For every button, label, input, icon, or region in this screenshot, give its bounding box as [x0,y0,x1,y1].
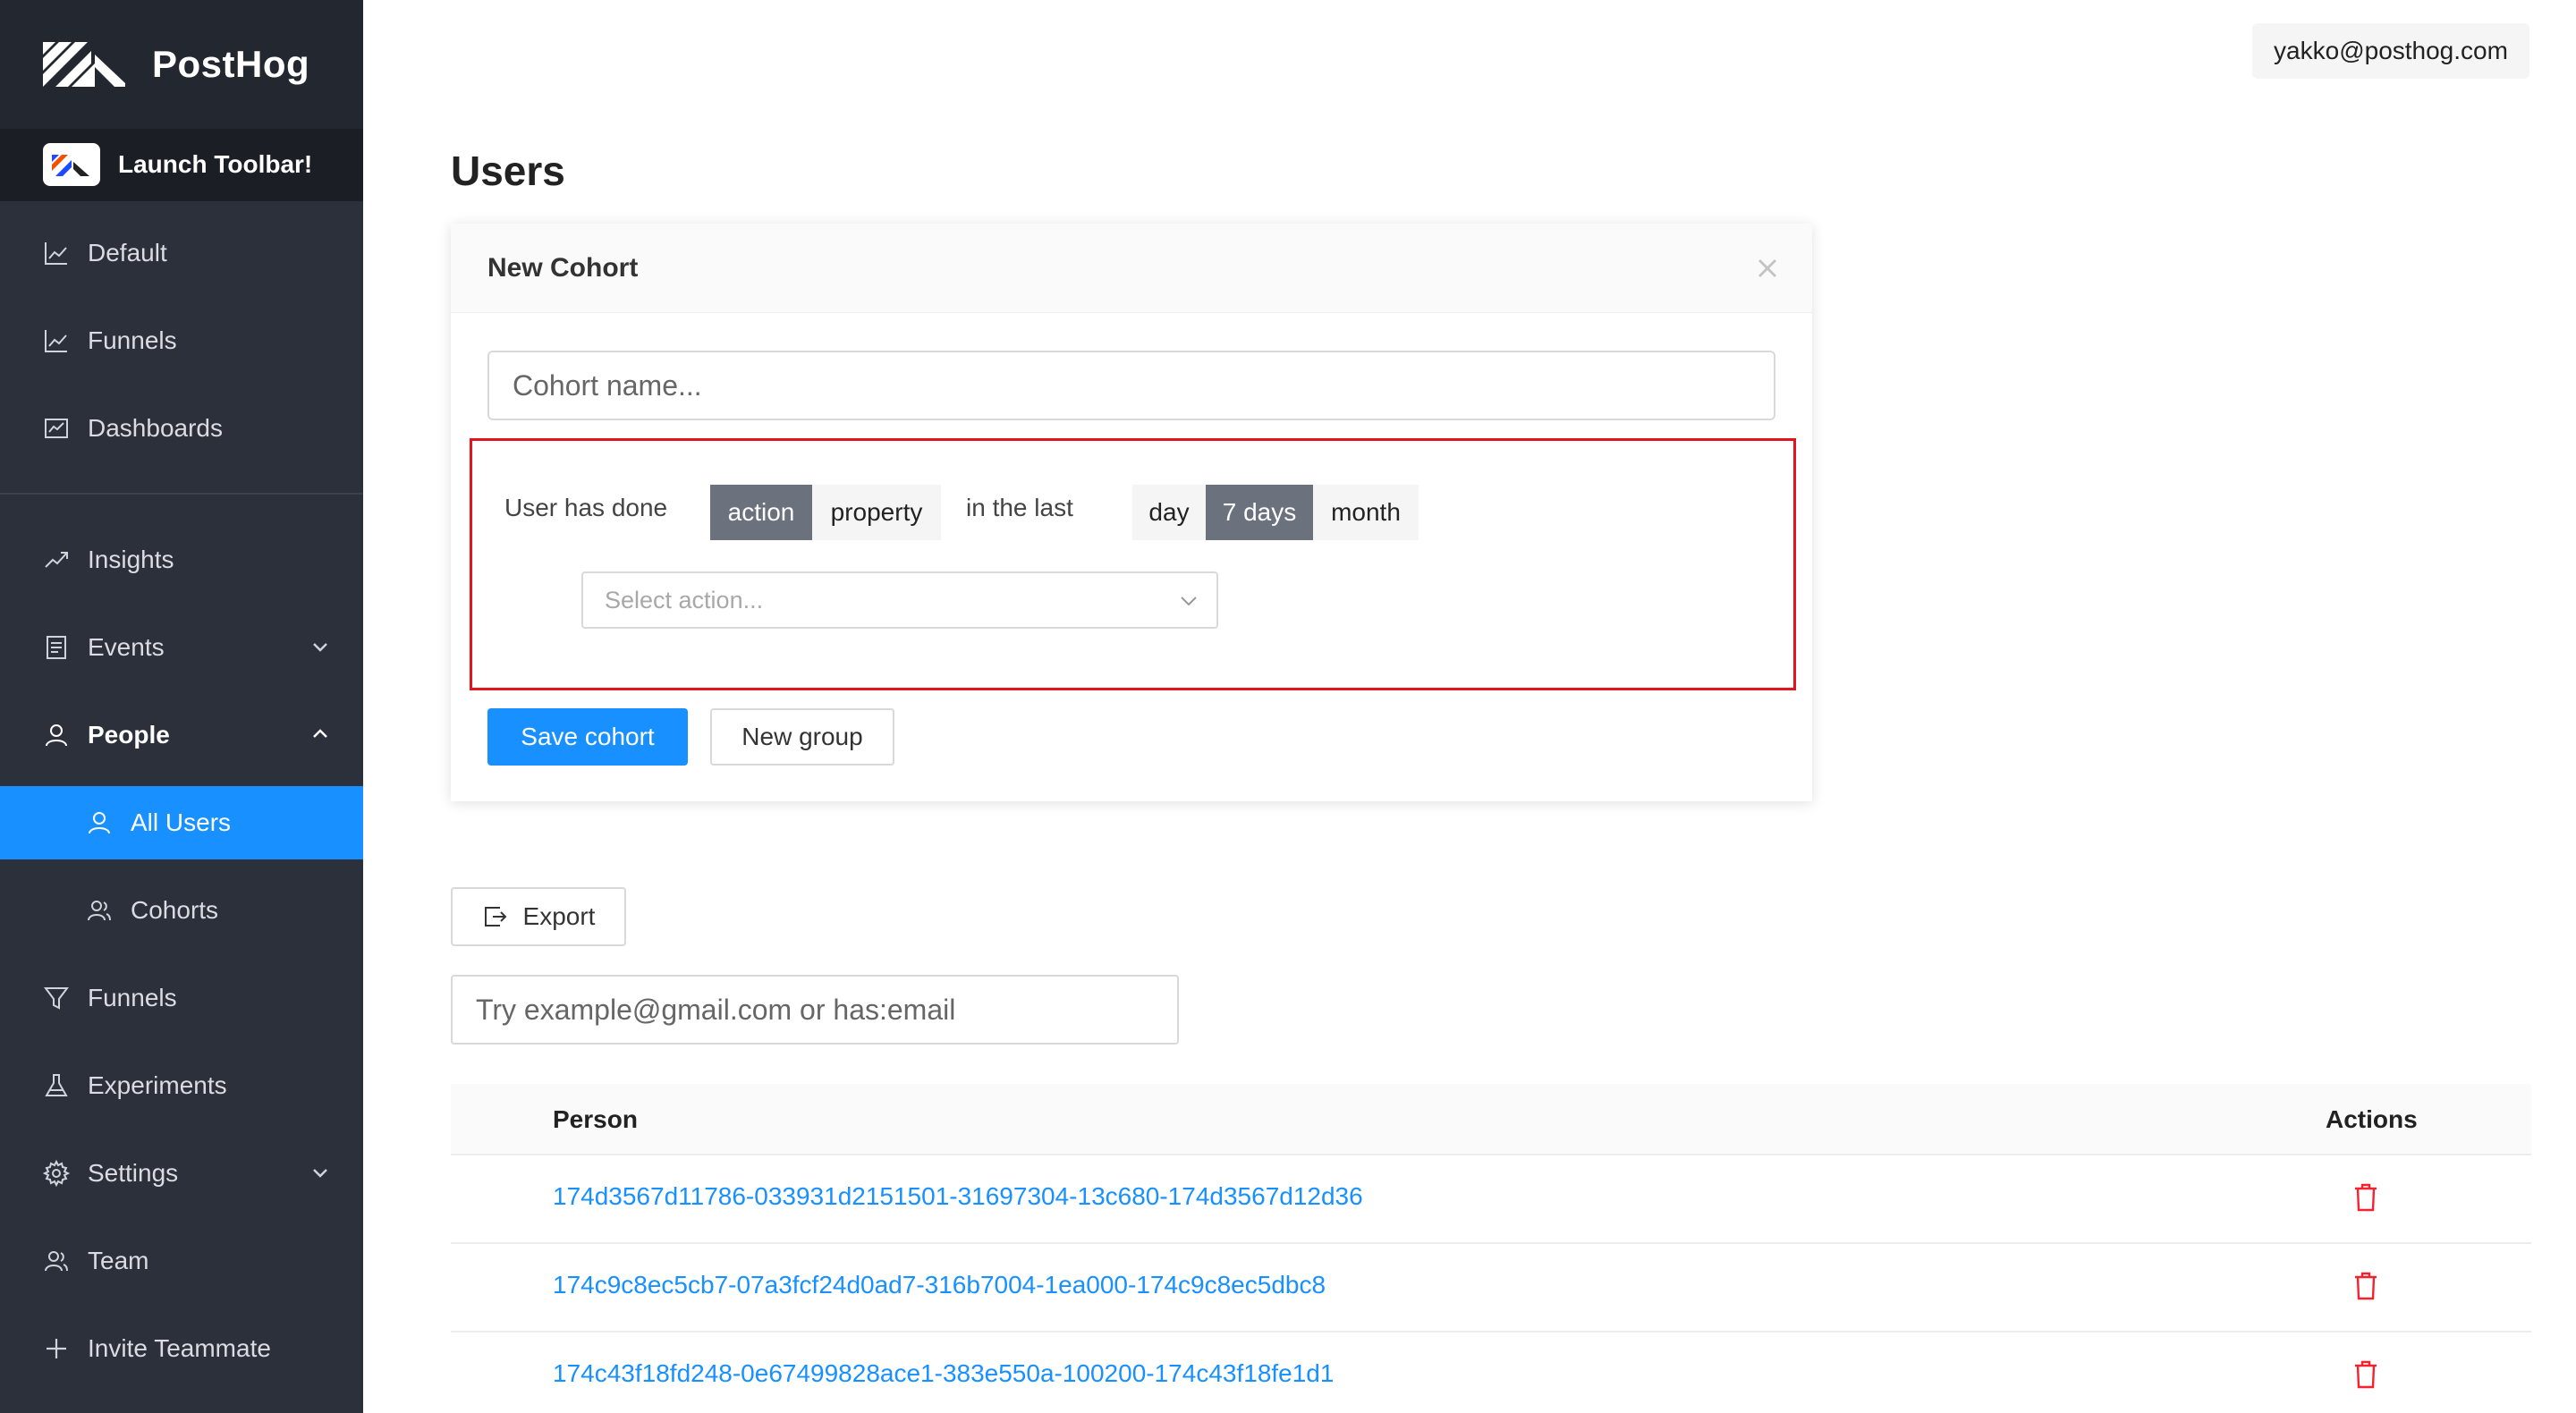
file-icon [43,634,70,661]
launch-toolbar-label: Launch Toolbar! [118,150,313,178]
sidebar-item-all-users[interactable]: All Users [0,786,363,859]
select-action-placeholder: Select action... [605,586,764,613]
person-link[interactable]: 174c43f18fd248-0e67499828ace1-383e550a-1… [553,1359,1334,1388]
chevron-up-icon [313,729,327,738]
sidebar-divider [0,493,363,495]
period-option-month[interactable]: month [1313,485,1419,540]
period-option-day[interactable]: day [1132,485,1206,540]
funnel-icon [43,985,70,1011]
sidebar-item-people[interactable]: People [0,698,363,772]
rise-icon [43,546,70,573]
table-row: 174d3567d11786-033931d2151501-31697304-1… [451,1155,2531,1244]
sidebar-item-label: Invite Teammate [88,1334,271,1362]
in-the-last-label: in the last [966,494,1073,521]
sidebar-item-label: All Users [131,808,232,836]
sidebar-item-label: Cohorts [131,896,219,924]
brand[interactable]: PostHog [0,0,363,129]
dashboard-icon [43,415,70,442]
search-input[interactable] [451,975,1179,1045]
cohort-group-highlight [470,438,1796,690]
sidebar-item-insights[interactable]: Insights [0,523,363,597]
line-chart-icon [43,240,70,267]
save-cohort-button[interactable]: Save cohort [487,708,688,766]
chevron-down-icon [313,1169,327,1178]
flask-icon [43,1072,70,1099]
team-icon [86,897,113,924]
posthog-logo [43,42,125,87]
sidebar-item-cohorts[interactable]: Cohorts [0,874,363,947]
user-icon [86,809,113,836]
table-header: Person Actions [451,1084,2531,1155]
user-menu[interactable]: yakko@posthog.com [2252,23,2529,79]
plus-icon [43,1335,70,1362]
select-action-dropdown[interactable]: Select action... [581,571,1218,629]
sidebar-item-label: Experiments [88,1071,227,1099]
period-option-7-days[interactable]: 7 days [1206,485,1313,540]
sidebar-item-label: Insights [88,546,174,573]
sidebar-item-label: Events [88,633,165,661]
sidebar-item-funnels-2[interactable]: Funnels [0,961,363,1035]
sidebar-item-dashboards[interactable]: Dashboards [0,392,363,465]
sidebar-item-settings[interactable]: Settings [0,1137,363,1210]
export-icon [484,907,506,926]
toolbar-logo-icon [43,143,100,186]
type-option-action[interactable]: action [710,485,812,540]
gear-icon [43,1160,70,1187]
sidebar-item-team[interactable]: Team [0,1224,363,1298]
sidebar-item-label: Default [88,239,167,267]
sidebar: PostHog Launch Toolbar! Default Funnels [0,0,363,1413]
sidebar-item-label: People [88,721,170,749]
sidebar-item-default[interactable]: Default [0,216,363,290]
close-icon[interactable] [1755,256,1780,281]
sidebar-item-experiments[interactable]: Experiments [0,1049,363,1122]
launch-toolbar-button[interactable]: Launch Toolbar! [0,129,363,201]
user-icon [43,722,70,749]
card-header: New Cohort [451,224,1812,313]
sidebar-item-label: Dashboards [88,414,223,442]
delete-icon[interactable] [2352,1182,2379,1213]
delete-icon[interactable] [2352,1271,2379,1301]
new-group-button[interactable]: New group [710,708,894,766]
column-header-person: Person [553,1105,638,1133]
sidebar-item-label: Team [88,1247,149,1274]
table-row: 174c9c8ec5cb7-07a3fcf24d0ad7-316b7004-1e… [451,1244,2531,1333]
sidebar-item-funnels[interactable]: Funnels [0,304,363,377]
sidebar-item-label: Funnels [88,326,177,354]
card-title: New Cohort [487,253,639,283]
sidebar-item-events[interactable]: Events [0,611,363,684]
chevron-down-icon [313,643,327,652]
sidebar-item-label: Funnels [88,984,177,1011]
export-label: Export [522,902,596,930]
line-chart-icon [43,327,70,354]
chevron-down-icon [1181,597,1197,606]
sidebar-item-label: Settings [88,1159,179,1187]
group-label: User has done [504,494,668,521]
brand-name: PostHog [152,43,310,85]
export-button[interactable]: Export [451,887,626,946]
new-cohort-card: New Cohort User has done action property… [451,224,1812,801]
type-option-property[interactable]: property [812,485,941,540]
delete-icon[interactable] [2352,1359,2379,1390]
person-link[interactable]: 174d3567d11786-033931d2151501-31697304-1… [553,1182,1363,1211]
team-icon [43,1248,70,1274]
table-row: 174c43f18fd248-0e67499828ace1-383e550a-1… [451,1333,2531,1413]
sidebar-item-invite-teammate[interactable]: Invite Teammate [0,1312,363,1385]
person-link[interactable]: 174c9c8ec5cb7-07a3fcf24d0ad7-316b7004-1e… [553,1271,1326,1299]
page-title: Users [451,148,565,194]
column-header-actions: Actions [2326,1105,2418,1133]
cohort-name-input[interactable] [487,351,1775,420]
